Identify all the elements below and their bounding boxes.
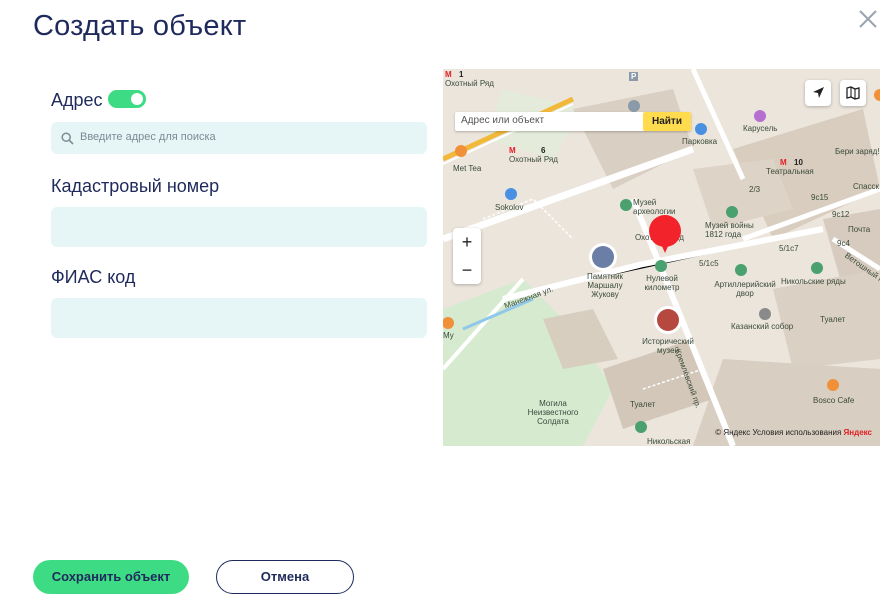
map-search-placeholder: Адрес или объект: [461, 115, 545, 126]
address-toggle[interactable]: [108, 90, 146, 108]
map-label-museum-1812: Музей войны 1812 года: [705, 221, 754, 239]
metro-line-badge: 6: [541, 146, 546, 155]
map-label-okhotny-ryad: Охотный Ряд: [509, 155, 558, 164]
address-search-placeholder: Введите адрес для поиска: [80, 131, 216, 143]
map-label-monument-zhukov: Памятник Маршалу Жукову: [586, 272, 624, 299]
map-label-bosco: Bosco Cafe: [813, 396, 855, 405]
map-layers-button[interactable]: [840, 80, 866, 106]
map-label-num-5c1c5: 5/1с5: [699, 259, 719, 268]
map-label-spassk: Спасск: [853, 182, 880, 191]
map-label-tomb: Могила Неизвестного Солдата: [527, 399, 579, 426]
cancel-button[interactable]: Отмена: [216, 560, 354, 594]
map-label-beri-zaryadi: Бери заряд!: [835, 147, 880, 156]
map-label-num-23: 2/3: [749, 185, 761, 194]
map-label-historical-museum: Исторический музей: [642, 337, 694, 355]
dialog-title: Создать объект: [33, 10, 247, 42]
map-label-pochta: Почта: [848, 225, 871, 234]
search-icon: [61, 132, 74, 145]
address-label: Адрес: [51, 90, 103, 110]
fias-input[interactable]: [51, 298, 427, 338]
map-label-num-9c4: 9с4: [837, 239, 850, 248]
zoom-in-button[interactable]: +: [453, 228, 481, 256]
close-icon[interactable]: [858, 9, 878, 29]
map-label-zero-km: Нулевой километр: [644, 274, 680, 292]
map-footer: © Яндекс Условия использования Яндекс: [715, 428, 872, 437]
map-terms-link[interactable]: Условия использования: [753, 428, 842, 437]
map-label-nikolskaya: Никольская: [647, 437, 691, 446]
map-label-sokolov: Sokolov: [495, 203, 524, 212]
map-label-tualet-2: Туалет: [630, 400, 656, 409]
location-pin-icon[interactable]: [646, 215, 684, 255]
map-icon: [846, 86, 860, 100]
map-label-num-9c15: 9с15: [811, 193, 829, 202]
map-label-my: Му: [443, 331, 454, 340]
map-label-met-tea: Met Tea: [453, 164, 482, 173]
yandex-logo: Яндекс: [843, 428, 872, 437]
metro-line-badge: 1: [459, 70, 464, 79]
fias-label: ФИАС код: [51, 267, 136, 287]
map-label-carousel: Карусель: [743, 124, 778, 133]
metro-icon: М: [780, 158, 787, 167]
metro-icon: М: [445, 70, 452, 79]
toggle-knob: [131, 93, 143, 105]
map-label-num-9c12: 9с12: [832, 210, 850, 219]
map-label-okhotny-ryad-top: Охотный Ряд: [445, 79, 494, 88]
metro-line-badge: 10: [794, 158, 803, 167]
map-label-kazan-cathedral: Казанский собор: [731, 322, 794, 331]
map[interactable]: Охотный Ряд Охотный Ряд Охотный Ряд Кару…: [443, 69, 880, 446]
save-object-button[interactable]: Сохранить объект: [33, 560, 189, 594]
parking-icon: P: [629, 72, 639, 81]
geolocation-button[interactable]: [805, 80, 831, 106]
zoom-control: + −: [453, 228, 481, 284]
map-label-num-5c1c7: 5/1с7: [779, 244, 799, 253]
map-label-museum-archaeology: Музей археологии: [633, 198, 676, 216]
map-label-nikolskie-ryady: Никольские ряды: [781, 277, 846, 286]
metro-icon: М: [509, 146, 516, 155]
navigation-arrow-icon: [813, 87, 824, 98]
map-label-tualet-1: Туалет: [820, 315, 846, 324]
map-label-parkovka: Парковка: [682, 137, 718, 146]
map-find-button[interactable]: Найти: [643, 112, 691, 131]
cadastral-input[interactable]: [51, 207, 427, 247]
cadastral-label: Кадастровый номер: [51, 176, 220, 196]
zoom-out-button[interactable]: −: [453, 256, 481, 284]
map-copyright: © Яндекс: [715, 428, 751, 437]
map-label-teatralnaya: Театральная: [766, 167, 814, 176]
map-label-artillery-yard: Артиллерийский двор: [714, 280, 776, 298]
